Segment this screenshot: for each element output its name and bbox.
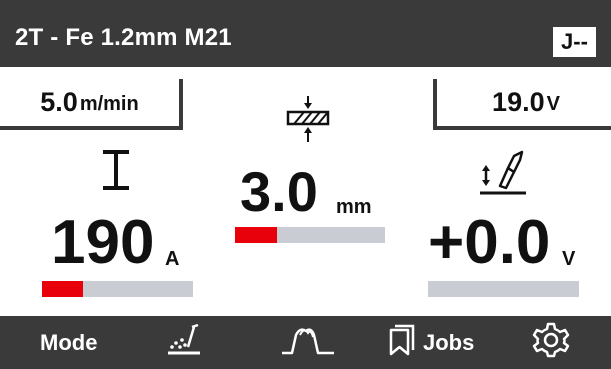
current-bar-fill <box>42 281 83 297</box>
header-bar: 2T - Fe 1.2mm M21 J-- <box>0 0 611 67</box>
current-unit: A <box>165 248 180 270</box>
material-thickness-icon <box>286 96 330 142</box>
bookmark-icon <box>389 324 417 361</box>
voltage-correction-bar <box>428 281 579 297</box>
mode-button[interactable]: Mode <box>40 316 97 369</box>
mode-label: Mode <box>40 329 98 355</box>
program-title: 2T - Fe 1.2mm M21 <box>15 24 232 51</box>
thickness-bar-fill <box>235 227 277 243</box>
thickness-value[interactable]: 3.0 <box>240 164 318 220</box>
settings-button[interactable] <box>532 316 570 369</box>
jobs-label: Jobs <box>423 329 475 355</box>
thickness-unit: mm <box>336 196 372 218</box>
thickness-bar <box>235 227 385 243</box>
welding-process-button[interactable] <box>164 316 204 369</box>
wire-speed-value: 5.0 <box>40 87 78 117</box>
voltage-preset-unit: V <box>546 93 560 115</box>
job-badge[interactable]: J-- <box>553 27 596 57</box>
torch-height-icon <box>478 148 528 196</box>
voltage-correction-unit: V <box>562 248 576 270</box>
voltage-correction-value[interactable]: +0.0 <box>428 212 550 274</box>
jobs-button[interactable]: Jobs <box>389 316 474 369</box>
wire-speed-unit: m/min <box>79 93 139 115</box>
pulse-waveform-icon <box>280 323 336 362</box>
voltage-preset[interactable]: 19.0 V <box>433 79 611 130</box>
welder-display: 2T - Fe 1.2mm M21 J-- 5.0 m/min 19.0 V 3… <box>0 0 611 369</box>
welding-spark-icon <box>164 323 204 362</box>
voltage-preset-value: 19.0 <box>492 87 545 117</box>
footer-bar: Mode Jobs <box>0 316 611 369</box>
current-bar <box>42 281 193 297</box>
current-value[interactable]: 190 <box>51 212 154 274</box>
gear-icon <box>532 321 570 364</box>
wire-speed-preset[interactable]: 5.0 m/min <box>0 79 183 130</box>
pulse-settings-button[interactable] <box>280 316 336 369</box>
current-symbol-icon <box>100 148 132 192</box>
